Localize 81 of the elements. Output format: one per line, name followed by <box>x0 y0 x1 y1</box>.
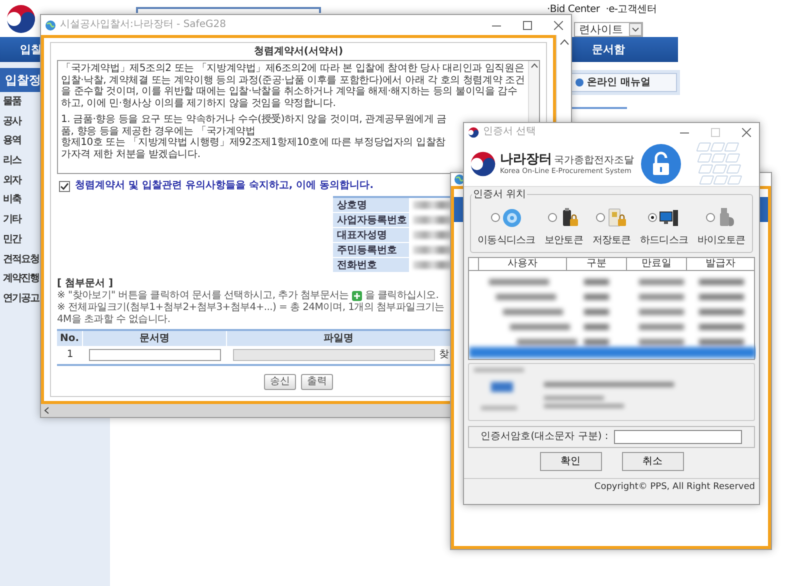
radio-button[interactable] <box>706 212 715 222</box>
sidebar-item[interactable]: 견적요청 <box>0 250 39 270</box>
password-label: 인증서암호(대소문자 구분) : <box>480 431 608 443</box>
nav-link[interactable]: 문서함 <box>592 42 625 56</box>
sidebar-item[interactable]: 비축 <box>0 190 21 210</box>
window-title: 인증서 선택 <box>483 126 536 138</box>
option-label: 바이오토큰 <box>697 235 746 247</box>
caret-icon <box>629 23 642 36</box>
row-number: 1 <box>66 349 74 361</box>
file-path-field[interactable] <box>233 349 435 361</box>
password-field[interactable] <box>614 430 742 444</box>
note-text: 을 클릭하십시오. <box>364 290 439 302</box>
sidebar-item[interactable]: 외자 <box>0 170 21 190</box>
option-label: 저장토큰 <box>592 235 631 247</box>
globe-icon <box>45 20 56 30</box>
window-title: 시설공사입찰서:나라장터 - SafeG28 <box>60 19 226 31</box>
column-header: 문서명 <box>83 331 227 346</box>
card-lock-icon <box>606 208 627 226</box>
blurred-value <box>413 231 453 239</box>
field-label: 주민등록번호 <box>333 243 409 257</box>
site-select[interactable]: 련사이트 <box>574 22 643 37</box>
emblem-logo <box>470 150 496 176</box>
close-icon[interactable] <box>742 128 751 136</box>
manual-button[interactable]: 온라인 매뉴얼 <box>570 73 677 92</box>
maximize-icon[interactable] <box>523 20 532 30</box>
sidebar-item[interactable]: 용역 <box>0 131 21 152</box>
maximize-icon <box>711 128 720 136</box>
browse-button[interactable]: 찾 <box>439 349 451 361</box>
blurred-value <box>413 261 453 269</box>
disc-icon <box>502 208 522 226</box>
emblem-logo <box>468 126 479 138</box>
radio-button[interactable] <box>548 212 558 222</box>
sidebar-item[interactable]: 공사 <box>0 112 21 132</box>
plus-icon <box>352 291 362 301</box>
column-header: 만료일 <box>627 258 687 270</box>
sidebar-item[interactable]: 기타 <box>0 210 21 230</box>
option-label: 보안토큰 <box>544 235 583 247</box>
checkbox[interactable] <box>59 180 70 192</box>
top-link[interactable]: ·e-고객센터 <box>606 4 657 16</box>
group-title: 인증서 위치 <box>472 189 528 200</box>
brand-subtitle: 국가종합전자조달 <box>554 154 634 166</box>
form-heading: 청렴계약서(서약서) <box>252 46 344 58</box>
sidebar-item[interactable]: 민간 <box>0 230 21 250</box>
print-button[interactable]: 출력 <box>301 374 333 390</box>
copyright-text: Copyright© PPS, All Right Reserved <box>464 478 759 496</box>
top-link[interactable]: ·Bid Center <box>547 4 600 16</box>
blurred-value <box>413 216 453 224</box>
option-label: 하드디스크 <box>640 235 688 247</box>
send-button[interactable]: 송신 <box>264 374 296 390</box>
radio-button[interactable] <box>596 212 605 222</box>
close-icon[interactable] <box>554 20 563 30</box>
brand-name: 나라장터 <box>500 152 552 168</box>
note-text: ※ "찾아보기" 버튼을 클릭하여 문서를 선택하시고, 추가 첨부문서는 <box>57 290 349 302</box>
radio-button[interactable] <box>490 212 500 222</box>
blurred-value <box>413 201 453 209</box>
confirm-button[interactable]: 확인 <box>540 452 602 471</box>
agreement-paragraph: 1. 금품·향응 등을 요구 또는 약속하거나 수수(授受)하지 않을 것이며, 관계공무원에게 금품, 향응 등을 제공한 경우에는 「국가계약법 <box>61 114 448 136</box>
sidebar-item[interactable]: 물품 <box>0 92 21 112</box>
column-header: 발급자 <box>704 258 736 270</box>
section-title: [ 첨부문서 ] <box>57 278 114 290</box>
column-header: No. <box>57 331 83 346</box>
radio-button[interactable] <box>648 212 658 222</box>
field-label: 전화번호 <box>333 258 409 272</box>
note-text: ※ 전체파일크기(첨부1+첨부2+첨부3+첨부4+...) = 총 24M이며, 1개의 첨부파일크기는 4M을 초과할 수 없습니다. <box>57 302 446 326</box>
document-name-field[interactable] <box>89 349 221 361</box>
computer-icon <box>659 208 680 226</box>
cancel-button[interactable]: 취소 <box>622 452 684 471</box>
sidebar-item[interactable]: 리스 <box>0 151 21 171</box>
option-label: 이동식디스크 <box>478 235 536 247</box>
agreement-paragraph: 항제10호 또는 「지방계약법 시행령」제92조제1항제10호에 따른 부정당업자의 입찰참가자격 제한 처분을 받겠습니다. <box>61 137 446 160</box>
column-header: 구분 <box>567 258 627 270</box>
column-header: 사용자 <box>479 258 567 270</box>
agreement-label: 청렴계약서 및 입찰관련 유의사항들을 숙지하고, 이에 동의합니다. <box>75 180 374 192</box>
blurred-value <box>413 246 453 254</box>
certificate-list[interactable]: 사용자 구분 만료일 발급자 <box>468 257 755 360</box>
emblem-logo <box>6 4 36 34</box>
sidebar-item[interactable]: 계약진행 <box>0 269 39 289</box>
field-label: 상호명 <box>333 198 409 212</box>
sidebar-item[interactable]: 연기공고 <box>0 288 39 309</box>
field-label: 대표자성명 <box>333 228 409 242</box>
field-label: 사업자등록번호 <box>333 213 409 227</box>
